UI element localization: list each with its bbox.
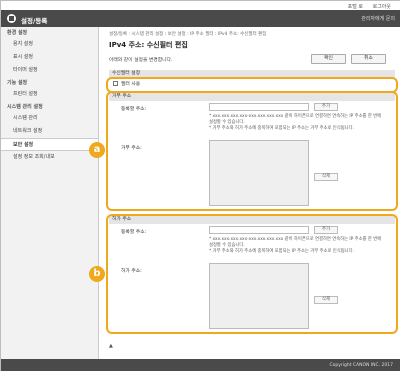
sidebar-section-head: 환경 설정 — [7, 30, 28, 36]
footer: Copyright CANON INC. 2017 — [1, 359, 400, 371]
contact-admin-link[interactable]: 관리자에게 문의 — [361, 15, 395, 22]
sidebar-item-security[interactable]: 보안 설정 — [1, 138, 98, 151]
sidebar-section-head: 시스템 관리 설정 — [7, 104, 43, 110]
title-bar: 설정/등록 관리자에게 문의 — [1, 10, 400, 27]
sidebar-item-export[interactable]: 설정 정보 조회/내보 — [1, 151, 98, 164]
sidebar: 환경 설정 용지 설정 표시 설정 타이머 설정 기능 설정 프린터 설정 시스… — [1, 27, 99, 359]
browser-frame: 포털 로 로그아웃 설정/등록 관리자에게 문의 환경 설정 용지 설정 표시 … — [0, 0, 400, 371]
sidebar-item-timer[interactable]: 타이머 설정 — [1, 64, 98, 77]
callout-marker-a: a — [89, 142, 105, 158]
sidebar-item-system[interactable]: 시스템 관리 — [1, 112, 98, 125]
sidebar-section-head: 기능 설정 — [7, 80, 28, 86]
cancel-button[interactable]: 취소 — [351, 54, 386, 64]
notice-text: 아래와 같이 설정을 변경합니다. — [109, 58, 173, 63]
sidebar-item-network[interactable]: 네트워크 설정 — [1, 125, 98, 138]
top-links: 포털 로 로그아웃 — [340, 3, 391, 10]
sidebar-item-printer[interactable]: 프린터 설정 — [1, 88, 98, 101]
top-links-bar: 포털 로 로그아웃 — [1, 1, 400, 10]
ok-button[interactable]: 확인 — [311, 54, 346, 64]
breadcrumb: 설정/등록 : 시스템 관리 설정 : 보안 설정 : IP 주소 필터 : I… — [109, 32, 267, 37]
app-title: 설정/등록 — [21, 17, 48, 25]
home-icon[interactable] — [7, 14, 16, 23]
sidebar-item-display[interactable]: 표시 설정 — [1, 51, 98, 64]
page-title: IPv4 주소: 수신필터 편집 — [109, 41, 188, 49]
back-to-top-link[interactable]: ▲ — [109, 343, 113, 349]
callout-highlight — [106, 91, 398, 211]
callout-marker-b: b — [89, 266, 105, 282]
callout-highlight — [106, 214, 398, 334]
sidebar-item-paper[interactable]: 용지 설정 — [1, 38, 98, 51]
main-content: 설정/등록 : 시스템 관리 설정 : 보안 설정 : IP 주소 필터 : I… — [99, 27, 400, 359]
